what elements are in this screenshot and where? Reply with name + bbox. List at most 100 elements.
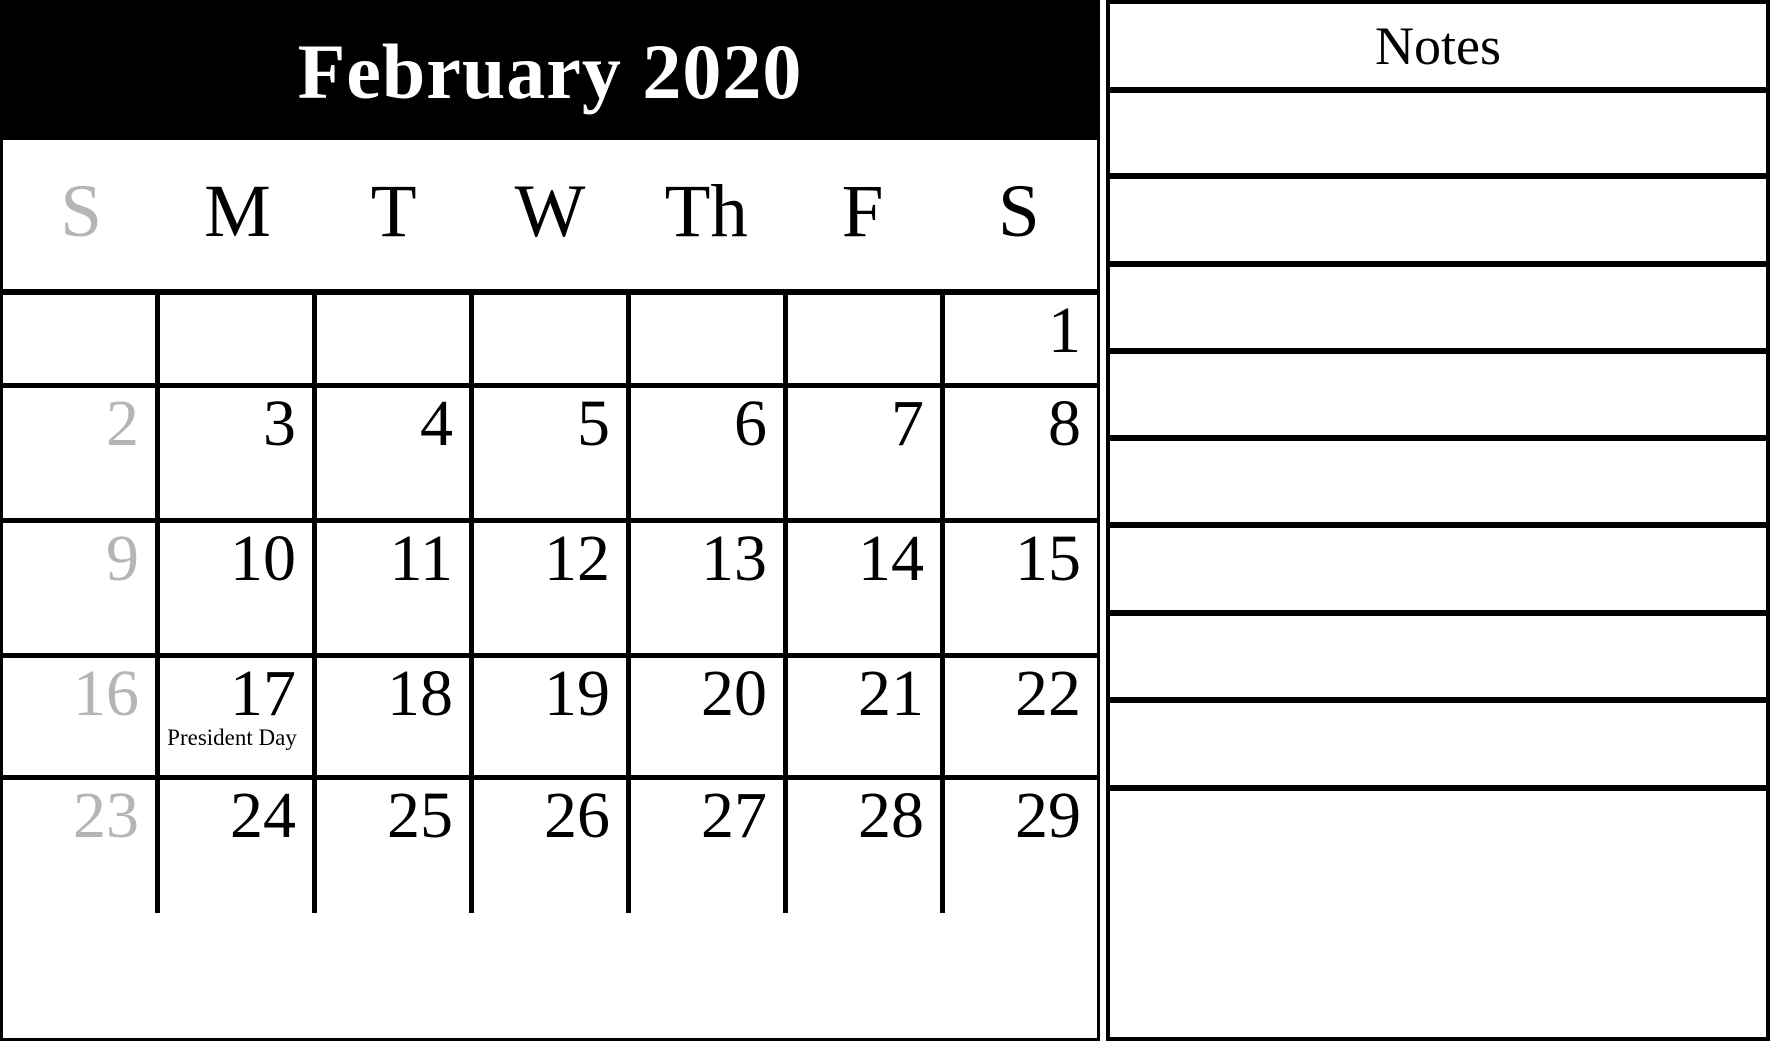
day-cell[interactable] — [788, 295, 945, 383]
day-number: 1 — [1048, 295, 1081, 367]
day-cell[interactable]: 7 — [788, 388, 945, 518]
day-cell[interactable] — [160, 295, 317, 383]
weekday-header-wednesday: W — [472, 140, 628, 289]
day-number: 12 — [544, 523, 610, 595]
calendar-page: February 2020 S M T W Th F S 1 2 3 4 5 6… — [0, 0, 1770, 1041]
day-number: 29 — [1015, 780, 1081, 852]
weekday-header-tuesday: T — [316, 140, 472, 289]
note-line[interactable] — [1110, 179, 1766, 267]
weekday-header-label: M — [204, 170, 271, 253]
notes-title: Notes — [1375, 15, 1501, 76]
note-line[interactable] — [1110, 93, 1766, 179]
day-cell[interactable]: 6 — [631, 388, 788, 518]
calendar-month-title: February 2020 — [297, 27, 803, 115]
day-number: 7 — [891, 388, 924, 460]
day-cell[interactable]: 23 — [3, 780, 160, 913]
day-cell[interactable]: 1 — [945, 295, 1097, 383]
weekday-header-friday: F — [784, 140, 940, 289]
day-number: 26 — [544, 780, 610, 852]
weekday-header-label: T — [370, 170, 417, 253]
weekday-header-sunday: S — [3, 140, 159, 289]
weekday-header-monday: M — [159, 140, 315, 289]
day-cell[interactable] — [631, 295, 788, 383]
calendar-week-row: 1 — [3, 295, 1097, 388]
weekday-header-label: W — [514, 170, 586, 253]
note-line[interactable] — [1110, 441, 1766, 528]
day-cell[interactable] — [317, 295, 474, 383]
note-line[interactable] — [1110, 267, 1766, 354]
day-number: 6 — [734, 388, 767, 460]
day-cell[interactable] — [474, 295, 631, 383]
day-cell[interactable]: 19 — [474, 658, 631, 775]
calendar-week-row: 2 3 4 5 6 7 8 — [3, 388, 1097, 523]
note-line[interactable] — [1110, 703, 1766, 791]
weekday-header-thursday: Th — [628, 140, 784, 289]
day-cell[interactable]: 22 — [945, 658, 1097, 775]
day-cell[interactable]: 18 — [317, 658, 474, 775]
notes-panel: Notes — [1106, 0, 1770, 1041]
day-cell[interactable] — [3, 295, 160, 383]
notes-header: Notes — [1110, 4, 1766, 93]
weekday-header-label: S — [60, 170, 102, 253]
day-number: 25 — [387, 780, 453, 852]
calendar-week-row: 16 17 President Day 18 19 20 21 22 — [3, 658, 1097, 780]
calendar-grid: 1 2 3 4 5 6 7 8 9 10 11 12 13 14 15 16 1… — [3, 295, 1097, 1038]
weekday-header-label: S — [997, 170, 1040, 253]
monthly-calendar: February 2020 S M T W Th F S 1 2 3 4 5 6… — [0, 0, 1100, 1041]
note-line[interactable] — [1110, 528, 1766, 616]
day-cell[interactable]: 8 — [945, 388, 1097, 518]
note-line[interactable] — [1110, 354, 1766, 441]
day-number: 2 — [106, 388, 139, 460]
day-number: 4 — [420, 388, 453, 460]
day-number: 3 — [263, 388, 296, 460]
day-cell[interactable]: 27 — [631, 780, 788, 913]
calendar-title-bar: February 2020 — [3, 3, 1097, 140]
day-number: 19 — [544, 658, 610, 730]
day-number: 5 — [577, 388, 610, 460]
day-cell[interactable]: 28 — [788, 780, 945, 913]
day-cell[interactable]: 24 — [160, 780, 317, 913]
day-number: 24 — [230, 780, 296, 852]
weekday-header-label: Th — [664, 170, 748, 253]
day-cell[interactable]: 15 — [945, 523, 1097, 653]
day-cell[interactable]: 9 — [3, 523, 160, 653]
weekday-header-label: F — [841, 170, 884, 253]
day-cell[interactable]: 12 — [474, 523, 631, 653]
day-cell[interactable]: 26 — [474, 780, 631, 913]
day-cell-president-day[interactable]: 17 President Day — [160, 658, 317, 775]
day-cell[interactable]: 25 — [317, 780, 474, 913]
day-number: 21 — [858, 658, 924, 730]
calendar-week-row: 9 10 11 12 13 14 15 — [3, 523, 1097, 658]
day-number: 27 — [701, 780, 767, 852]
day-cell[interactable]: 21 — [788, 658, 945, 775]
day-number: 20 — [701, 658, 767, 730]
day-cell[interactable]: 20 — [631, 658, 788, 775]
day-event-label: President Day — [167, 725, 297, 751]
day-cell[interactable]: 11 — [317, 523, 474, 653]
day-number: 10 — [230, 523, 296, 595]
day-number: 13 — [701, 523, 767, 595]
day-number: 22 — [1015, 658, 1081, 730]
day-number: 8 — [1048, 388, 1081, 460]
calendar-week-row: 23 24 25 26 27 28 29 — [3, 780, 1097, 913]
day-number: 15 — [1015, 523, 1081, 595]
day-cell[interactable]: 4 — [317, 388, 474, 518]
day-number: 18 — [387, 658, 453, 730]
note-line[interactable] — [1110, 791, 1766, 1037]
day-number: 9 — [106, 523, 139, 595]
day-number: 28 — [858, 780, 924, 852]
day-cell[interactable]: 2 — [3, 388, 160, 518]
day-number: 23 — [73, 780, 139, 852]
day-number: 17 — [230, 658, 296, 730]
note-line[interactable] — [1110, 616, 1766, 703]
day-cell[interactable]: 16 — [3, 658, 160, 775]
day-number: 14 — [858, 523, 924, 595]
day-cell[interactable]: 14 — [788, 523, 945, 653]
day-cell[interactable]: 3 — [160, 388, 317, 518]
day-cell[interactable]: 10 — [160, 523, 317, 653]
weekday-header-row: S M T W Th F S — [3, 140, 1097, 295]
day-cell[interactable]: 13 — [631, 523, 788, 653]
day-cell[interactable]: 5 — [474, 388, 631, 518]
day-number: 11 — [389, 523, 453, 595]
day-cell[interactable]: 29 — [945, 780, 1097, 913]
